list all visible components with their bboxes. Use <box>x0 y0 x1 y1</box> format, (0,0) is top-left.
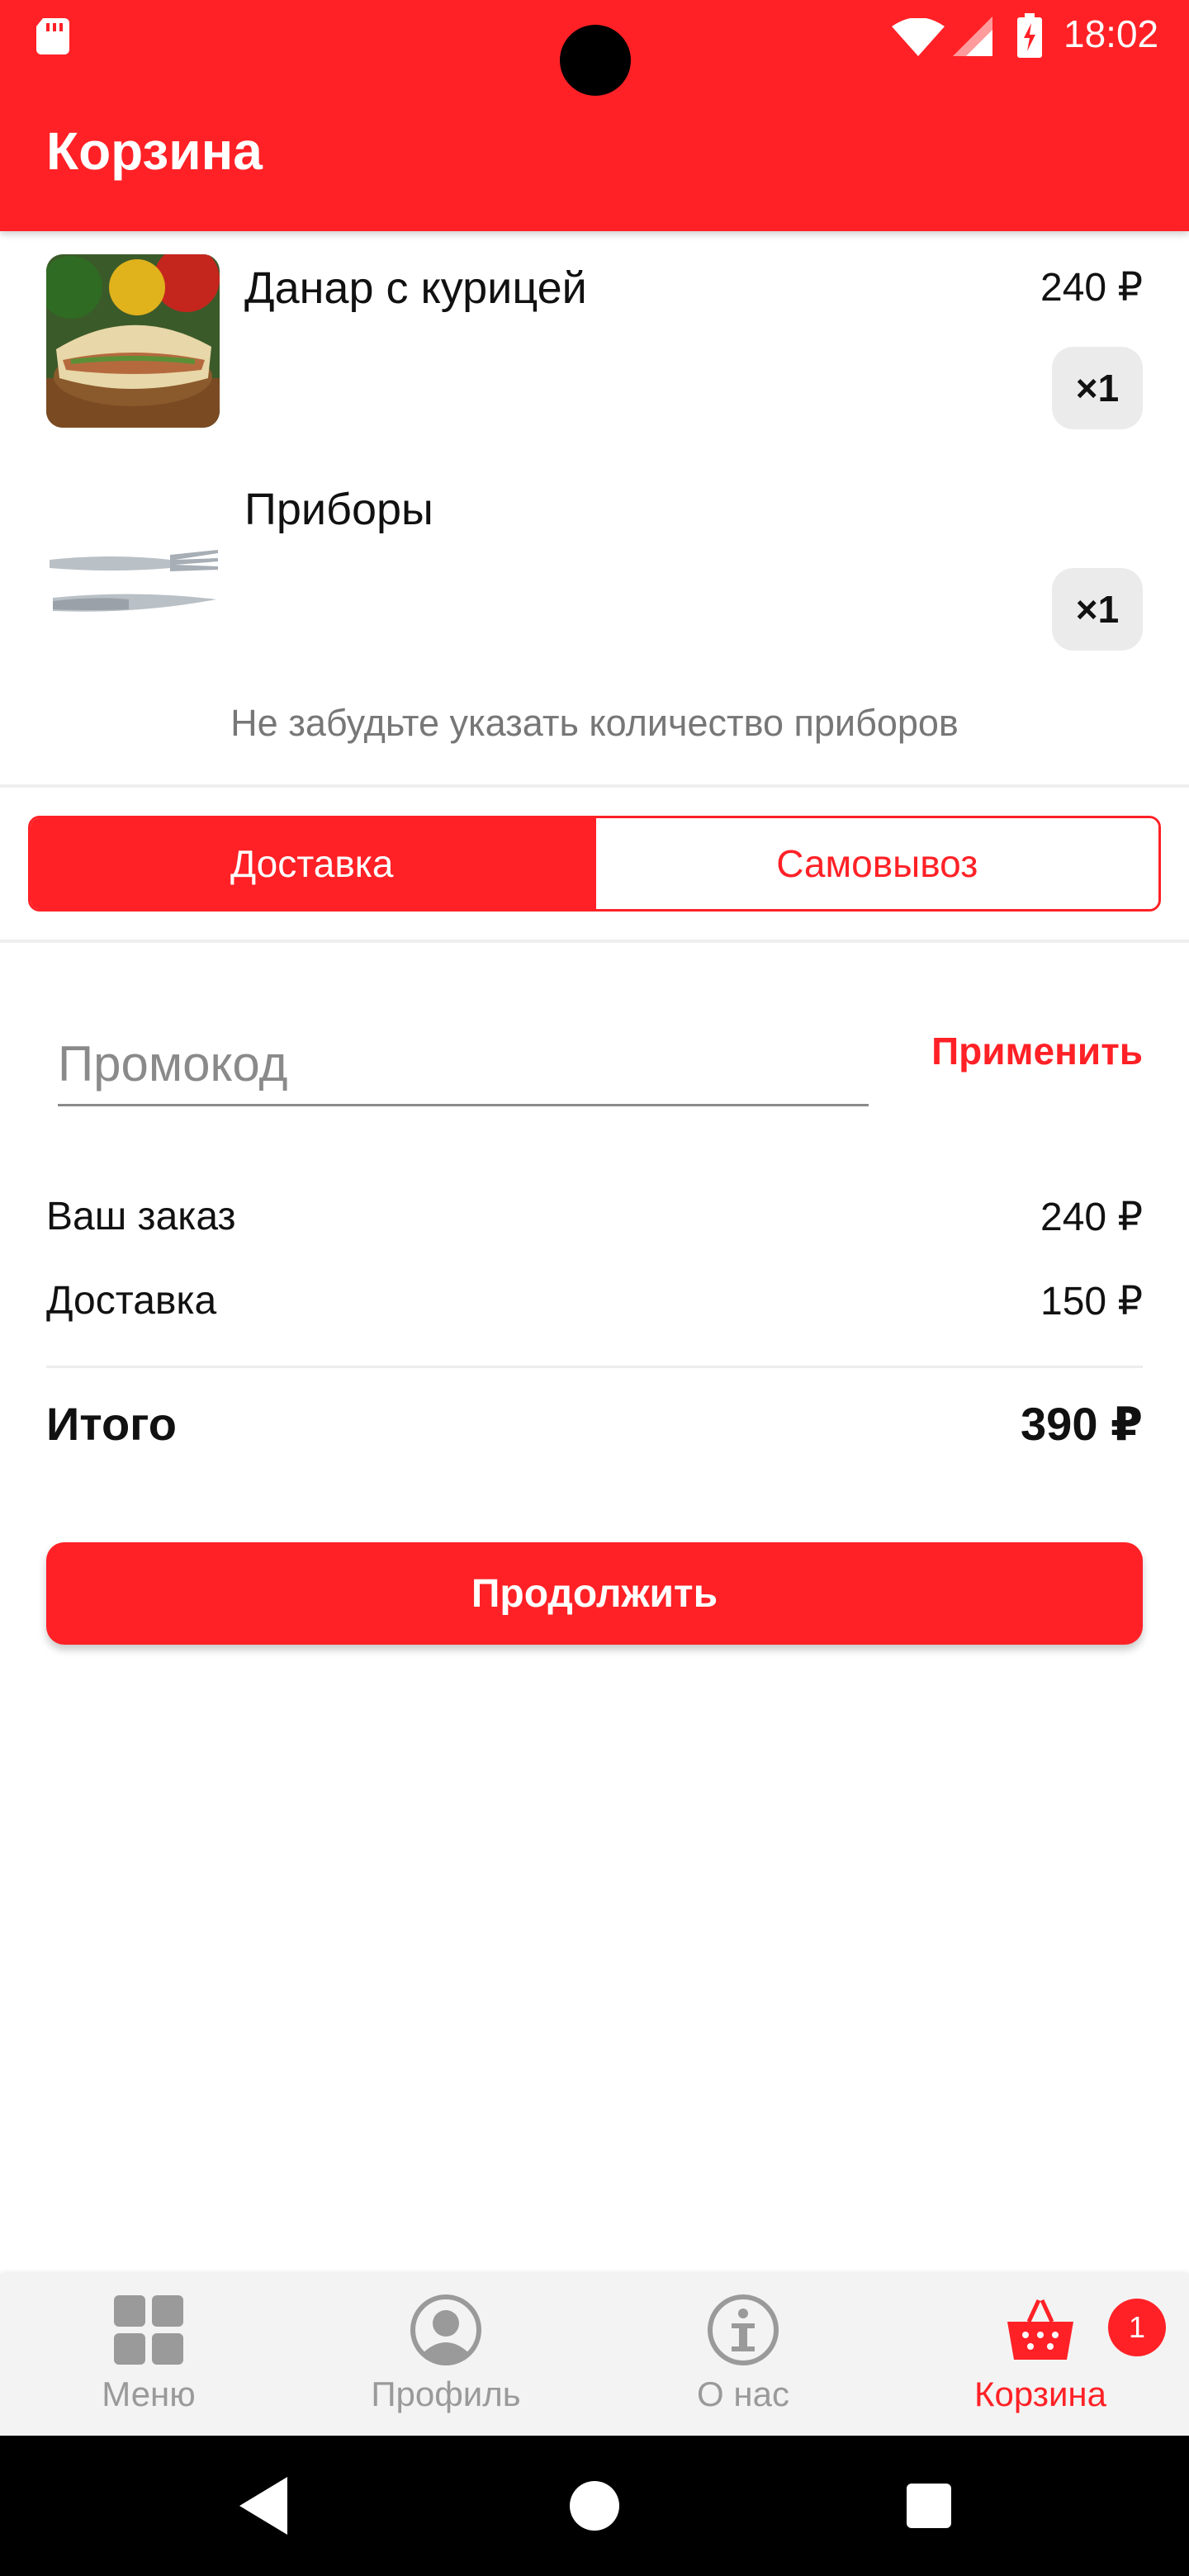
nav-label: Корзина <box>974 2375 1106 2413</box>
status-bar: 18:02 <box>0 0 1189 96</box>
item-name: Приборы <box>244 485 433 534</box>
system-navigation-bar <box>0 2436 1189 2576</box>
home-icon[interactable] <box>570 2481 619 2531</box>
divider <box>46 1366 1143 1368</box>
signal-icon <box>953 17 992 56</box>
quantity-button[interactable]: ×1 <box>1052 347 1143 429</box>
quantity-button[interactable]: ×1 <box>1052 568 1143 651</box>
cutlery-image <box>46 485 220 659</box>
shawarma-image <box>46 254 220 428</box>
nav-label: Меню <box>102 2375 196 2413</box>
info-icon <box>708 2294 779 2365</box>
status-time: 18:02 <box>1063 12 1159 55</box>
divider <box>0 784 1189 788</box>
cart-item[interactable]: Данар с курицей 240 ₽ ×1 <box>0 248 1189 462</box>
delivery-label: Доставка <box>46 1279 217 1323</box>
bottom-navigation: Меню Профиль О нас Корзина <box>0 2274 1189 2436</box>
order-value: 240 ₽ <box>1040 1196 1143 1239</box>
delivery-option[interactable]: Доставка <box>31 818 594 909</box>
wifi-icon <box>892 18 945 56</box>
battery-charging-icon <box>1017 13 1042 58</box>
cart-count-badge: 1 <box>1108 2299 1166 2356</box>
item-name: Данар с курицей <box>244 263 587 313</box>
basket-icon <box>1007 2299 1073 2360</box>
nav-tab-profile[interactable]: Профиль <box>297 2274 594 2436</box>
promo-code-input[interactable] <box>58 1024 869 1106</box>
cutlery-hint: Не забудьте указать количество приборов <box>230 702 959 744</box>
divider <box>0 940 1189 943</box>
app-header: 18:02 Корзина <box>0 0 1189 231</box>
nav-label: О нас <box>697 2375 789 2413</box>
continue-button[interactable]: Продолжить <box>46 1542 1143 1645</box>
total-row: Итого 390 ₽ <box>46 1397 1143 1451</box>
sd-card-icon <box>36 18 69 54</box>
delivery-row: Доставка 150 ₽ <box>46 1278 1143 1324</box>
delivery-value: 150 ₽ <box>1040 1280 1143 1324</box>
apply-promo-button[interactable]: Применить <box>931 1029 1143 1073</box>
order-label: Ваш заказ <box>46 1195 236 1238</box>
user-icon <box>410 2294 481 2365</box>
grid-icon <box>114 2295 183 2365</box>
cart-item[interactable]: Приборы ×1 <box>0 469 1189 684</box>
nav-label: Профиль <box>371 2375 521 2413</box>
delivery-toggle[interactable]: Доставка Самовывоз <box>28 816 1161 912</box>
total-label: Итого <box>46 1398 177 1450</box>
item-price: 240 ₽ <box>1040 266 1143 310</box>
nav-tab-menu[interactable]: Меню <box>0 2274 297 2436</box>
back-icon[interactable] <box>239 2477 289 2535</box>
camera-cutout <box>560 25 631 96</box>
total-value: 390 ₽ <box>1021 1398 1143 1450</box>
recent-apps-icon[interactable] <box>907 2484 951 2528</box>
page-title: Корзина <box>46 121 263 181</box>
nav-tab-about[interactable]: О нас <box>594 2274 892 2436</box>
pickup-option[interactable]: Самовывоз <box>593 818 1158 909</box>
order-row: Ваш заказ 240 ₽ <box>46 1194 1143 1240</box>
